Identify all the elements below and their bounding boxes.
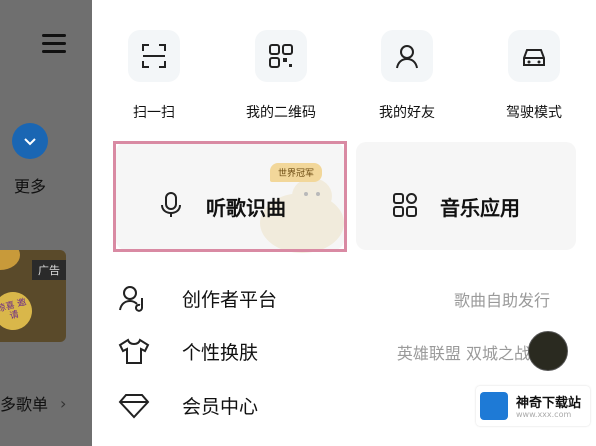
skin-avatar <box>528 331 568 371</box>
list-item-label: 个性换肤 <box>182 342 259 364</box>
car-icon <box>508 30 560 82</box>
chevron-down-icon <box>24 138 36 146</box>
logo-icon <box>480 392 508 420</box>
list-item-skin[interactable]: 个性换肤 英雄联盟 双城之战 <box>118 333 578 369</box>
quick-action-label: 驾驶模式 <box>506 105 562 121</box>
quick-action-scan[interactable]: 扫一扫 <box>109 30 199 122</box>
diamond-icon <box>118 394 150 419</box>
quick-action-label: 我的二维码 <box>246 105 316 121</box>
more-button[interactable] <box>12 123 48 159</box>
scan-icon <box>128 30 180 82</box>
ad-banner[interactable]: 广告 惊喜 邀请 <box>0 250 66 342</box>
list-item-label: 创作者平台 <box>182 289 278 311</box>
site-watermark: 神奇下载站 www.xxx.com <box>476 386 590 426</box>
menu-icon[interactable] <box>42 34 66 54</box>
watermark-title: 神奇下载站 <box>516 396 582 411</box>
list-item-label: 会员中心 <box>182 396 259 418</box>
list-item-value: 歌曲自助发行 <box>453 291 550 310</box>
more-label: 更多 <box>14 177 47 196</box>
list-item-creator-platform[interactable]: 创作者平台 歌曲自助发行 <box>118 280 578 316</box>
friend-icon <box>381 30 433 82</box>
quick-action-qrcode[interactable]: 我的二维码 <box>236 30 326 122</box>
shirt-icon <box>118 338 150 364</box>
world-champion-badge: 世界冠军 <box>270 163 323 182</box>
quick-action-label: 扫一扫 <box>133 105 175 121</box>
background-page: 更多 广告 惊喜 邀请 多歌单 › <box>0 0 92 446</box>
playlist-label[interactable]: 多歌单 <box>0 391 48 415</box>
music-apps-label: 音乐应用 <box>440 196 520 220</box>
recognize-song-label: 听歌识曲 <box>206 196 286 220</box>
chevron-right-icon[interactable]: › <box>60 394 66 413</box>
qrcode-icon <box>255 30 307 82</box>
ad-tag: 广告 <box>32 260 66 280</box>
creator-icon <box>119 286 143 312</box>
watermark-url: www.xxx.com <box>516 410 572 419</box>
quick-action-drive-mode[interactable]: 驾驶模式 <box>489 30 579 122</box>
microphone-icon <box>161 192 181 217</box>
apps-grid-icon <box>393 193 417 217</box>
ad-badge: 惊喜 邀请 <box>0 287 37 335</box>
quick-action-label: 我的好友 <box>379 105 435 121</box>
quick-action-friends[interactable]: 我的好友 <box>362 30 452 122</box>
ad-image <box>0 250 20 270</box>
list-item-value: 英雄联盟 双城之战 <box>396 344 530 363</box>
